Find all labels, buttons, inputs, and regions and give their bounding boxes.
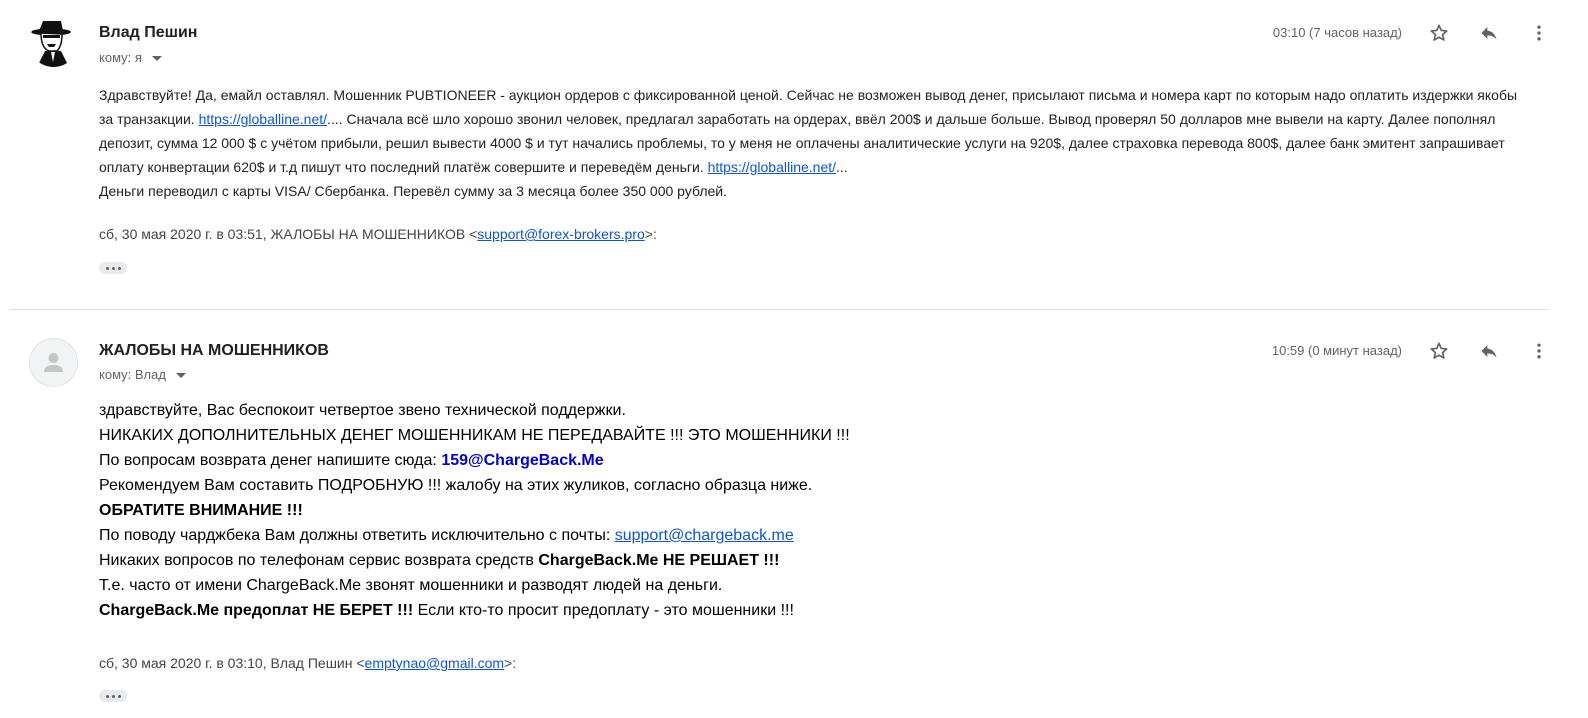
email-message-1: Влад Пешин кому: я 03:10 (7 часов назад)… (0, 0, 1588, 309)
body-text: По поводу чарджбека Вам должны ответить … (99, 527, 615, 544)
star-button[interactable] (1424, 18, 1454, 48)
body-text: Деньги переводил с карты VISA/ Сбербанка… (99, 183, 728, 199)
message-body: здравствуйте, Вас беспокоит четвертое зв… (99, 398, 1399, 623)
star-button[interactable] (1424, 336, 1454, 366)
more-options-button[interactable] (1524, 336, 1554, 366)
reply-button[interactable] (1474, 336, 1504, 366)
reply-icon (1481, 345, 1497, 358)
bold-text: ChargeBack.Me предоплат НЕ БЕРЕТ !!! (99, 602, 414, 619)
body-text: Никаких вопросов по телефонам сервис воз… (99, 552, 539, 569)
reply-button[interactable] (1474, 18, 1504, 48)
body-text: ... (836, 159, 848, 175)
attention-text: ОБРАТИТЕ ВНИМАНИЕ !!! (99, 502, 303, 519)
quote-email-link[interactable]: support@forex-brokers.pro (477, 226, 645, 242)
sender-name: ЖАЛОБЫ НА МОШЕННИКОВ (99, 342, 329, 359)
message-time: 03:10 (7 часов назад) (1272, 25, 1402, 40)
chevron-down-icon (175, 372, 186, 378)
body-text: По вопросам возврата денег напишите сюда… (99, 452, 442, 469)
recipient-label: кому: я (99, 50, 142, 65)
more-vert-icon (1537, 25, 1541, 41)
body-link[interactable]: https://globalline.net/ (708, 159, 836, 175)
more-vert-icon (1537, 343, 1541, 359)
quote-text: >: (644, 226, 657, 242)
recipient-dropdown[interactable]: кому: Влад (99, 367, 186, 382)
body-text: Если кто-то просит предоплату - это моше… (413, 602, 794, 619)
body-line: Рекомендуем Вам составить ПОДРОБНУЮ !!! … (99, 477, 813, 494)
quote-text: >: (504, 655, 517, 671)
chevron-down-icon (151, 55, 162, 61)
quote-header: сб, 30 мая 2020 г. в 03:51, ЖАЛОБЫ НА МО… (99, 226, 657, 242)
ellipsis-icon (111, 266, 115, 270)
body-line: По поводу чарджбека Вам должны ответить … (99, 523, 1399, 548)
ellipsis-icon (117, 266, 121, 270)
ellipsis-icon (105, 694, 109, 698)
quote-text: сб, 30 мая 2020 г. в 03:51, ЖАЛОБЫ НА МО… (99, 226, 478, 242)
show-trimmed-content-button[interactable] (99, 262, 127, 274)
recipient-label: кому: Влад (99, 367, 166, 382)
body-line: Никаких вопросов по телефонам сервис воз… (99, 548, 1399, 573)
recipient-dropdown[interactable]: кому: я (99, 50, 162, 65)
chargeback-email[interactable]: 159@ChargeBack.Me (441, 452, 603, 469)
body-line: ChargeBack.Me предоплат НЕ БЕРЕТ !!! Есл… (99, 598, 1399, 623)
sender-avatar[interactable] (29, 18, 78, 67)
quote-email-link[interactable]: emptynao@gmail.com (365, 655, 505, 671)
message-body: Здравствуйте! Да, емайл оставлял. Мошенн… (99, 83, 1524, 203)
bold-text: ChargeBack.Me НЕ РЕШАЕТ !!! (538, 552, 780, 569)
body-link[interactable]: https://globalline.net/ (199, 111, 327, 127)
star-icon (1430, 24, 1448, 41)
email-message-2: ЖАЛОБЫ НА МОШЕННИКОВ кому: Влад 10:59 (0… (0, 310, 1588, 718)
reply-icon (1481, 27, 1497, 40)
person-icon (44, 353, 63, 372)
sender-avatar[interactable] (29, 338, 78, 387)
support-email-link[interactable]: support@chargeback.me (615, 527, 794, 544)
body-line: По вопросам возврата денег напишите сюда… (99, 448, 1399, 473)
ellipsis-icon (111, 694, 115, 698)
more-options-button[interactable] (1524, 18, 1554, 48)
quote-text: сб, 30 мая 2020 г. в 03:10, Влад Пешин < (99, 655, 365, 671)
star-icon (1430, 342, 1448, 359)
body-line: здравствуйте, Вас беспокоит четвертое зв… (99, 402, 626, 419)
show-trimmed-content-button[interactable] (99, 690, 127, 702)
message-time: 10:59 (0 минут назад) (1271, 343, 1402, 358)
body-line: НИКАКИХ ДОПОЛНИТЕЛЬНЫХ ДЕНЕГ МОШЕННИКАМ … (99, 427, 850, 444)
ellipsis-icon (105, 266, 109, 270)
sender-name: Влад Пешин (99, 24, 198, 41)
body-line: Т.е. часто от имени ChargeBack.Me звонят… (99, 577, 723, 594)
body-line: ОБРАТИТЕ ВНИМАНИЕ !!! (99, 498, 1399, 523)
quote-header: сб, 30 мая 2020 г. в 03:10, Влад Пешин <… (99, 655, 516, 671)
ellipsis-icon (117, 694, 121, 698)
man-in-hat-icon (29, 18, 78, 67)
